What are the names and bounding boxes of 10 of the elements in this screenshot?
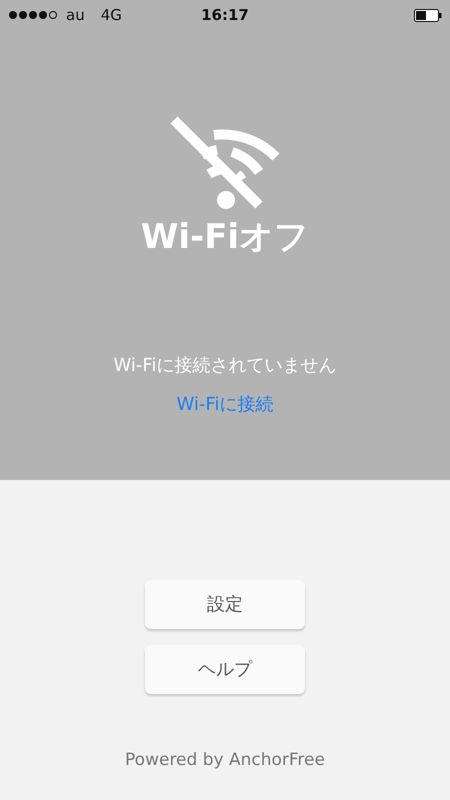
carrier-name: au <box>66 4 85 26</box>
signal-icon <box>8 10 58 20</box>
status-title: Wi-Fiオフ <box>140 220 310 254</box>
powered-by-text: Powered by AnchorFree <box>125 749 325 772</box>
network-type: 4G <box>100 4 122 26</box>
clock-time: 16:17 <box>201 4 249 26</box>
help-button[interactable]: ヘルプ <box>145 645 305 694</box>
status-message: Wi-Fiに接続されていません <box>114 354 336 378</box>
settings-button[interactable]: 設定 <box>145 580 305 629</box>
battery-icon <box>414 8 442 22</box>
